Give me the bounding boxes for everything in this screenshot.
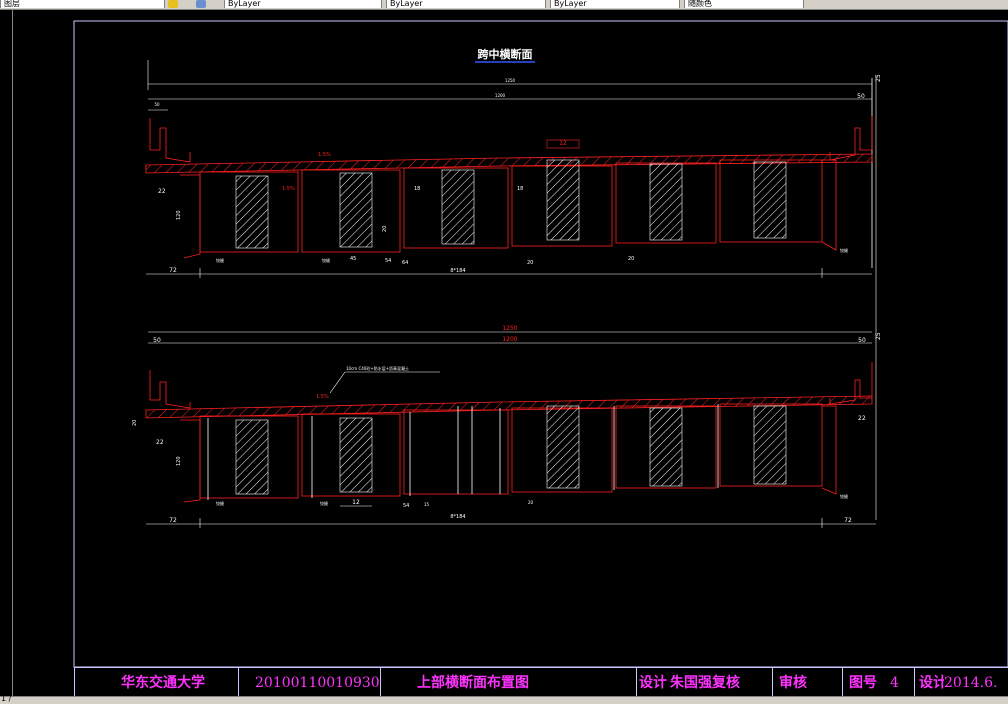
bottom-side-right: 22 <box>858 415 866 422</box>
top-web-a: 18 <box>414 186 420 192</box>
bottom-height-label: 25 <box>875 332 882 340</box>
design-label: 设计 <box>636 668 668 697</box>
sheet-label: 图号 <box>842 668 882 697</box>
top-left-mark: 50 <box>154 102 160 107</box>
top-bearing-c: 铰缝 <box>840 247 848 253</box>
drawing-frame <box>73 20 1008 668</box>
coordinate-readout: 1 / <box>1 694 12 703</box>
top-height-label: 25 <box>875 74 882 82</box>
lineweight-combo[interactable]: ByLayer <box>550 0 680 8</box>
top-void-width: 12 <box>559 140 567 147</box>
design-date: 2014.6. <box>944 675 998 691</box>
bottom-flange-a: 54 <box>403 503 409 509</box>
bottom-pave-label: 10cm C40砼+防水层+沥青混凝土 <box>346 365 409 371</box>
bottom-span-label: 8*184 <box>450 514 465 520</box>
bottom-beam-depth: 120 <box>176 456 182 466</box>
linetype-combo[interactable]: ByLayer <box>386 0 546 8</box>
top-right-end: 50 <box>857 93 865 100</box>
top-flange-a: 45 <box>350 256 356 262</box>
top-bearing-a: 铰缝 <box>216 257 224 263</box>
bottom-left-offset: 72 <box>169 517 177 524</box>
bottom-chamfer-a: 15 <box>424 502 430 507</box>
bottom-cross-section: 1250 1200 50 50 25 10cm C40砼+防水层+沥青混凝土 1… <box>132 325 882 528</box>
student-id: 20100110010930 <box>238 668 380 697</box>
top-chamfer-a: 20 <box>527 260 533 266</box>
review-label: 审核 <box>772 668 842 697</box>
drawing-name: 上部横断面布置图 <box>380 668 636 697</box>
properties-toolbar: 图层 ByLayer ByLayer ByLayer 随颜色 <box>0 0 1008 10</box>
section-title: 跨中横断面 <box>478 47 533 61</box>
layer-state-icon[interactable] <box>168 0 178 8</box>
top-left-offset: 72 <box>169 267 177 274</box>
bottom-slope-label: 1.5% <box>316 394 329 400</box>
bottom-bearing-c: 铰缝 <box>840 493 848 499</box>
top-flange-d: 54 <box>385 258 391 264</box>
bottom-right-offset: 72 <box>844 517 852 524</box>
color-combo[interactable]: ByLayer <box>224 0 382 8</box>
top-web-b: 18 <box>517 186 523 192</box>
date-label: 设计 <box>914 668 944 697</box>
top-slope-label: 1.5% <box>318 152 331 158</box>
top-chamfer-b: 20 <box>628 256 634 262</box>
bottom-bearing-a: 铰缝 <box>216 500 224 506</box>
top-span-label: 8*184 <box>450 268 465 274</box>
school-name: 华东交通大学 <box>74 668 238 697</box>
bottom-chamfer-b: 20 <box>528 500 534 505</box>
plotstyle-combo[interactable]: 随颜色 <box>684 0 804 8</box>
top-bearing-b: 铰缝 <box>322 257 330 263</box>
sheet-number: 4 <box>890 675 899 691</box>
designer-name: 朱国强复核 <box>670 675 740 691</box>
bottom-total-width: 1250 <box>502 325 517 332</box>
layer-combo[interactable]: 图层 <box>0 0 165 8</box>
bottom-height-left: 20 <box>132 420 138 426</box>
bottom-void-width: 12 <box>352 499 360 506</box>
bottom-left-end: 50 <box>153 337 161 344</box>
layer-previous-icon[interactable] <box>196 0 206 8</box>
top-beam-depth: 120 <box>176 210 182 220</box>
top-total-width: 1250 <box>505 78 516 83</box>
bottom-right-end: 50 <box>858 337 866 344</box>
top-slope-label-b: 1.5% <box>282 186 295 192</box>
bottom-bearing-b: 铰缝 <box>320 500 328 506</box>
top-flange-c: 64 <box>402 260 408 266</box>
bottom-side-left: 22 <box>156 439 164 446</box>
title-block: 华东交通大学 20100110010930 上部横断面布置图 设计 朱国强复核 … <box>74 667 1008 697</box>
drawing-canvas[interactable]: 跨中横断面 1250 1200 50 50 25 1.5% 1.5% 12 22… <box>0 10 1008 696</box>
top-flange-b: 20 <box>382 226 388 232</box>
bottom-deck-width: 1200 <box>502 336 517 343</box>
top-side-left: 22 <box>158 188 166 195</box>
top-deck-width: 1200 <box>495 93 506 98</box>
